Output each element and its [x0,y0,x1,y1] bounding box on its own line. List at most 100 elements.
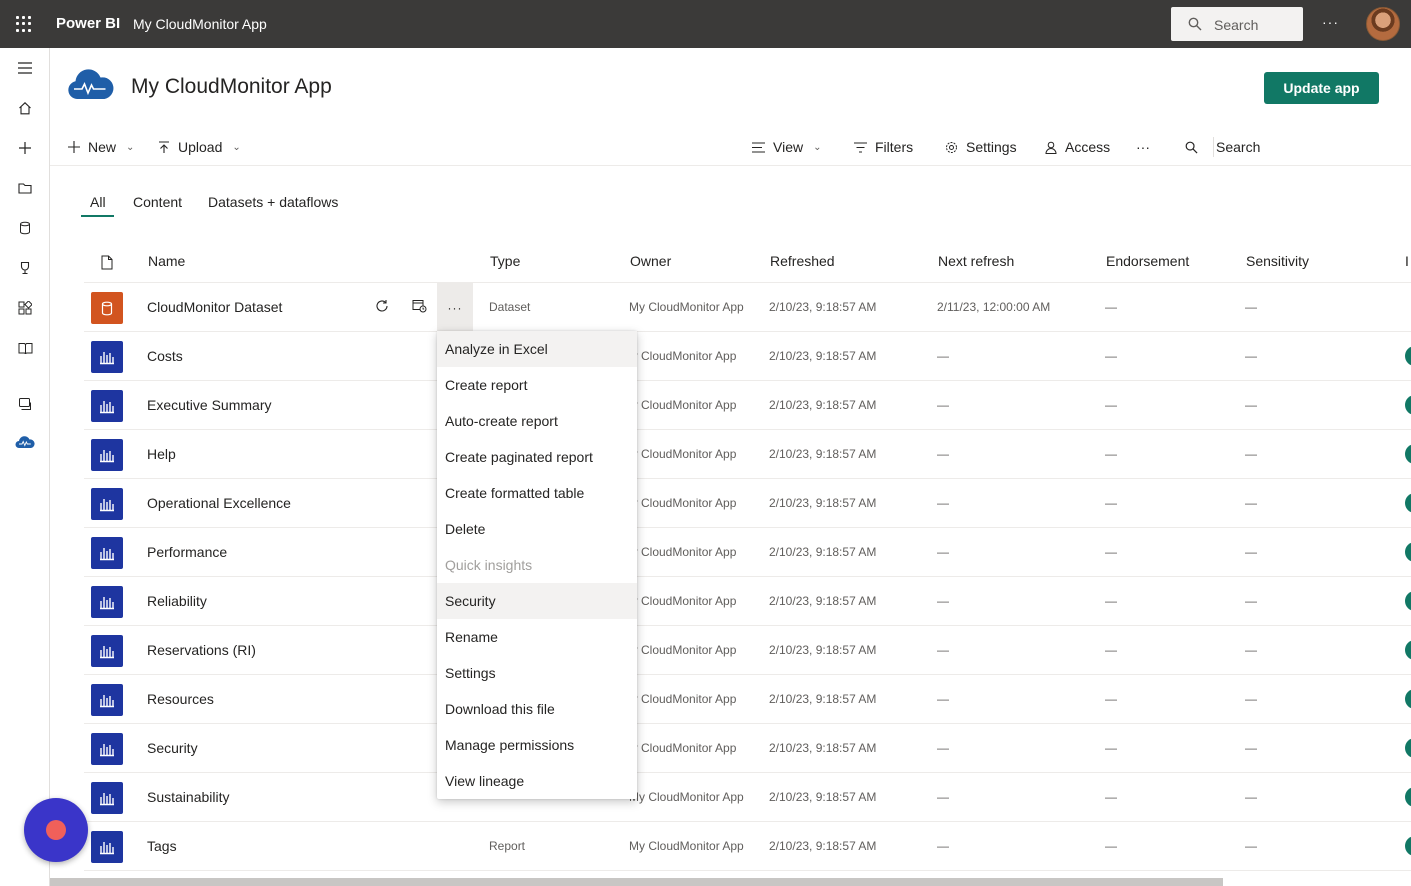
browse-icon[interactable] [15,178,35,198]
record-button[interactable] [24,798,88,862]
item-name[interactable]: Operational Excellence [147,495,291,511]
dataset-icon [91,292,123,324]
item-refreshed: 2/10/23, 9:18:57 AM [769,692,877,706]
datahub-icon[interactable] [15,218,35,238]
tab-all[interactable]: All [90,194,106,210]
tab-content[interactable]: Content [133,194,182,210]
menu-item-delete[interactable]: Delete [437,511,637,547]
table-row[interactable]: Help ly CloudMonitor App 2/10/23, 9:18:57 … [84,430,1411,479]
item-sensitivity: — [1245,643,1257,657]
view-button[interactable]: View ⌄ [752,138,821,156]
page-title: My CloudMonitor App [131,75,332,98]
filters-button[interactable]: Filters [854,138,913,156]
item-name[interactable]: Executive Summary [147,397,271,413]
workspaces-icon[interactable] [15,394,35,414]
item-owner: ly CloudMonitor App [629,496,737,510]
avatar[interactable] [1366,7,1400,41]
item-next-refresh: 2/11/23, 12:00:00 AM [937,300,1051,314]
row-more-options-button[interactable]: ··· [437,283,473,332]
item-name[interactable]: Reservations (RI) [147,642,256,658]
table-row[interactable]: Operational Excellence ly CloudMonitor Ap… [84,479,1411,528]
table-row[interactable]: Resources ly CloudMonitor App 2/10/23, 9:1… [84,675,1411,724]
item-refreshed: 2/10/23, 9:18:57 AM [769,594,877,608]
status-indicator [1405,640,1411,660]
menu-item-quick-insights: Quick insights [445,557,533,573]
toolbar-more-button[interactable]: ··· [1136,138,1150,156]
column-header-next-refresh[interactable]: Next refresh [938,253,1014,269]
toolbar-search[interactable]: Search [1185,138,1260,156]
column-header-owner[interactable]: Owner [630,253,671,269]
item-name[interactable]: Performance [147,544,227,560]
menu-item-settings[interactable]: Settings [437,655,637,691]
new-button[interactable]: New ⌄ [68,138,134,156]
home-icon[interactable] [15,98,35,118]
table-row[interactable]: Costs ly CloudMonitor App 2/10/23, 9:18:57… [84,332,1411,381]
item-endorsement: — [1105,692,1117,706]
access-label: Access [1065,139,1111,155]
plus-icon [68,141,80,153]
schedule-refresh-icon[interactable] [412,299,427,318]
table-row[interactable]: Sustainability My CloudMonitor App 2/10/23… [84,773,1411,822]
column-header-type[interactable]: Type [490,253,520,269]
refresh-now-icon[interactable] [375,299,389,318]
create-icon[interactable] [15,138,35,158]
upload-button[interactable]: Upload ⌄ [158,138,241,156]
global-search-box[interactable]: Search [1171,7,1303,41]
report-icon [91,390,123,422]
menu-item-create-report[interactable]: Create report [437,367,637,403]
column-header-truncated[interactable]: I [1405,253,1409,269]
menu-item-rename[interactable]: Rename [437,619,637,655]
item-next-refresh: — [937,594,949,608]
menu-item-security[interactable]: Security [437,583,637,619]
item-sensitivity: — [1245,839,1257,853]
more-options-icon[interactable]: ··· [1322,14,1339,30]
table-row[interactable]: Reservations (RI) ly CloudMonitor App 2/10… [84,626,1411,675]
item-name[interactable]: CloudMonitor Dataset [147,299,282,315]
table-row[interactable]: Security ly CloudMonitor App 2/10/23, 9:18… [84,724,1411,773]
breadcrumb-app-name[interactable]: My CloudMonitor App [133,16,267,32]
table-row[interactable]: CloudMonitor Dataset Dataset My CloudMonit… [84,283,1411,332]
report-icon [91,733,123,765]
menu-item-analyze-in-excel[interactable]: Analyze in Excel [437,331,637,367]
menu-item-manage-permissions[interactable]: Manage permissions [437,727,637,763]
column-header-refreshed[interactable]: Refreshed [770,253,835,269]
column-header-endorsement[interactable]: Endorsement [1106,253,1189,269]
cloudmonitor-app-icon[interactable] [15,432,35,452]
table-row[interactable]: Performance ly CloudMonitor App 2/10/23, 9… [84,528,1411,577]
item-name[interactable]: Security [147,740,198,756]
update-app-button[interactable]: Update app [1264,72,1379,104]
report-icon [91,439,123,471]
column-header-sensitivity[interactable]: Sensitivity [1246,253,1309,269]
table-row[interactable]: Tags Report My CloudMonitor App 2/10/23, 9:… [84,822,1411,871]
item-name[interactable]: Costs [147,348,183,364]
table-row[interactable]: Executive Summary ly CloudMonitor App 2/10… [84,381,1411,430]
menu-item-download-this-file[interactable]: Download this file [437,691,637,727]
menu-item-view-lineage[interactable]: View lineage [437,763,637,799]
apps-icon[interactable] [15,298,35,318]
item-name[interactable]: Sustainability [147,789,230,805]
item-owner: My CloudMonitor App [629,300,744,314]
item-endorsement: — [1105,398,1117,412]
item-name[interactable]: Tags [147,838,177,854]
menu-item-create-paginated-report[interactable]: Create paginated report [437,439,637,475]
column-header-name[interactable]: Name [148,253,185,269]
horizontal-scrollbar[interactable] [50,878,1223,886]
hamburger-icon[interactable] [15,58,35,78]
app-launcher-icon[interactable] [16,16,32,32]
item-name[interactable]: Reliability [147,593,207,609]
item-name[interactable]: Resources [147,691,214,707]
item-name[interactable]: Help [147,446,176,462]
menu-item-auto-create-report[interactable]: Auto-create report [437,403,637,439]
learn-icon[interactable] [15,338,35,358]
power-bi-brand[interactable]: Power BI [56,15,120,32]
settings-button[interactable]: Settings [945,138,1017,156]
report-icon [91,488,123,520]
item-next-refresh: — [937,741,949,755]
table-row[interactable]: Reliability ly CloudMonitor App 2/10/23, 9… [84,577,1411,626]
item-next-refresh: — [937,496,949,510]
goals-icon[interactable] [15,258,35,278]
menu-item-create-formatted-table[interactable]: Create formatted table [437,475,637,511]
tab-datasets-dataflows[interactable]: Datasets + dataflows [208,194,338,210]
access-button[interactable]: Access [1045,138,1110,156]
chevron-down-icon: ⌄ [126,141,135,153]
